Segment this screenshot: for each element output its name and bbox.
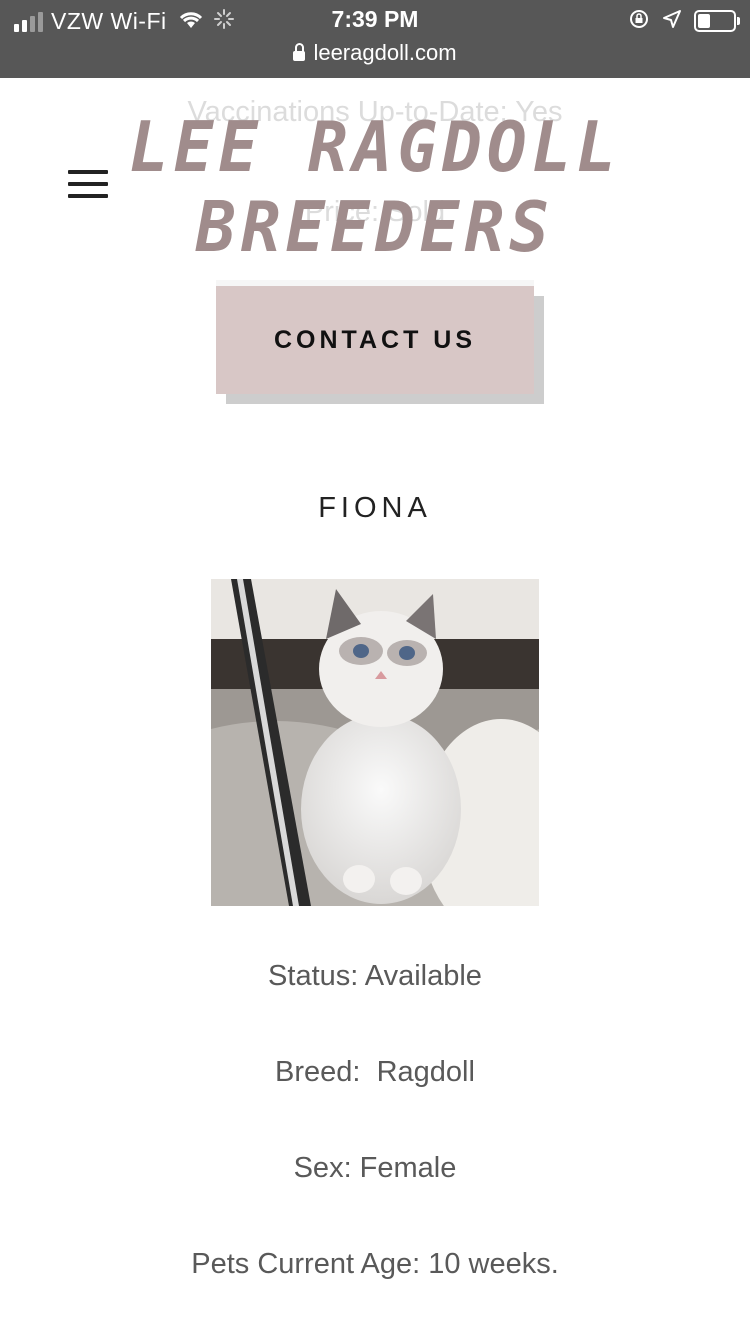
pet-name-heading: FIONA — [318, 492, 432, 524]
logo-line-1: LEE RAGDOLL — [128, 107, 622, 188]
kitten-photo — [211, 579, 539, 906]
contact-us-button[interactable]: CONTACT US — [216, 286, 534, 394]
pet-breed: Breed: Ragdoll — [275, 1056, 475, 1088]
status-right — [628, 6, 740, 36]
location-arrow-icon — [662, 9, 682, 34]
battery-icon — [694, 10, 740, 32]
pet-status: Status: Available — [268, 960, 482, 992]
site-logo[interactable]: LEE RAGDOLL BREEDERS — [0, 108, 750, 268]
pet-age: Pets Current Age: 10 weeks. — [191, 1248, 559, 1280]
lock-icon — [293, 43, 306, 61]
status-bar: VZW Wi-Fi 7:39 PM leeragdoll.com — [0, 0, 750, 78]
address-bar[interactable]: leeragdoll.com — [0, 40, 750, 66]
logo-line-2: BREEDERS — [196, 186, 554, 268]
url-text: leeragdoll.com — [313, 40, 457, 65]
pet-sex: Sex: Female — [293, 1152, 457, 1184]
rotation-lock-icon — [628, 8, 650, 35]
